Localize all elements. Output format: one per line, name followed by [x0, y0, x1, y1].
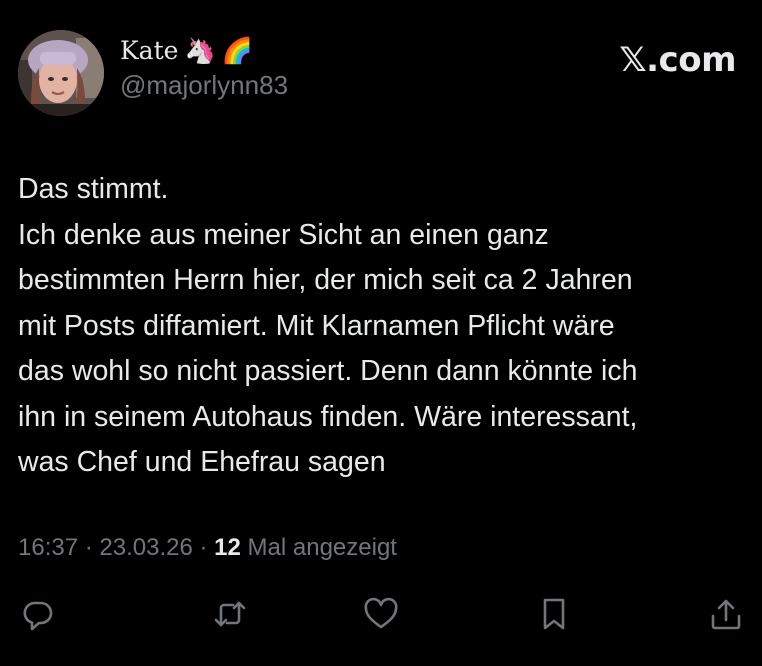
avatar-image — [18, 30, 104, 116]
post-text-line: Das stimmt. — [18, 173, 169, 205]
post-metadata: 16:37 · 23.03.26 · 12 Mal angezeigt — [18, 533, 397, 563]
unicorn-emoji-icon: 🦄 — [184, 36, 216, 65]
post-text-line: Ich denke aus meiner Sicht an einen ganz — [18, 218, 549, 251]
post-header: Kate 🦄 🌈 @majorlynn83 𝕏.com — [18, 30, 744, 120]
repost-icon — [214, 601, 246, 627]
post-text: Das stimmt. Ich denke aus meiner Sicht a… — [18, 167, 748, 486]
post-date[interactable]: 23.03.26 — [99, 534, 192, 561]
action-bar — [18, 596, 744, 632]
meta-separator: · — [84, 534, 93, 561]
reply-button[interactable] — [20, 596, 56, 632]
reply-icon — [23, 601, 53, 631]
share-button[interactable] — [708, 596, 744, 632]
user-info[interactable]: Kate 🦄 🌈 @majorlynn83 — [120, 36, 288, 100]
post-time[interactable]: 16:37 — [18, 534, 78, 561]
post-text-line: das wohl so nicht passiert. Denn dann kö… — [18, 355, 638, 387]
repost-button[interactable] — [212, 596, 248, 632]
post-text-line: bestimmten Herrn hier, der mich seit ca … — [18, 264, 633, 296]
meta-separator: · — [199, 534, 208, 561]
avatar[interactable] — [18, 30, 104, 116]
display-name-text: Kate — [120, 36, 179, 65]
post-text-line: was Chef und Ehefrau sagen — [18, 446, 386, 478]
bookmark-icon — [543, 598, 565, 630]
display-name[interactable]: Kate 🦄 🌈 — [120, 36, 288, 66]
like-button[interactable] — [363, 596, 399, 632]
views-label: Mal angezeigt — [247, 534, 397, 561]
post-text-line: ihn in seinem Autohaus finden. Wäre inte… — [18, 400, 638, 433]
views-count: 12 — [214, 534, 241, 561]
rainbow-emoji-icon: 🌈 — [221, 36, 253, 65]
bookmark-button[interactable] — [536, 596, 572, 632]
share-icon — [711, 599, 741, 630]
post-text-line: mit Posts diffamiert. Mit Klarnamen Pfli… — [18, 309, 615, 342]
x-brand-logo: 𝕏.com — [619, 40, 736, 80]
user-handle[interactable]: @majorlynn83 — [120, 70, 288, 100]
like-icon — [364, 597, 398, 629]
